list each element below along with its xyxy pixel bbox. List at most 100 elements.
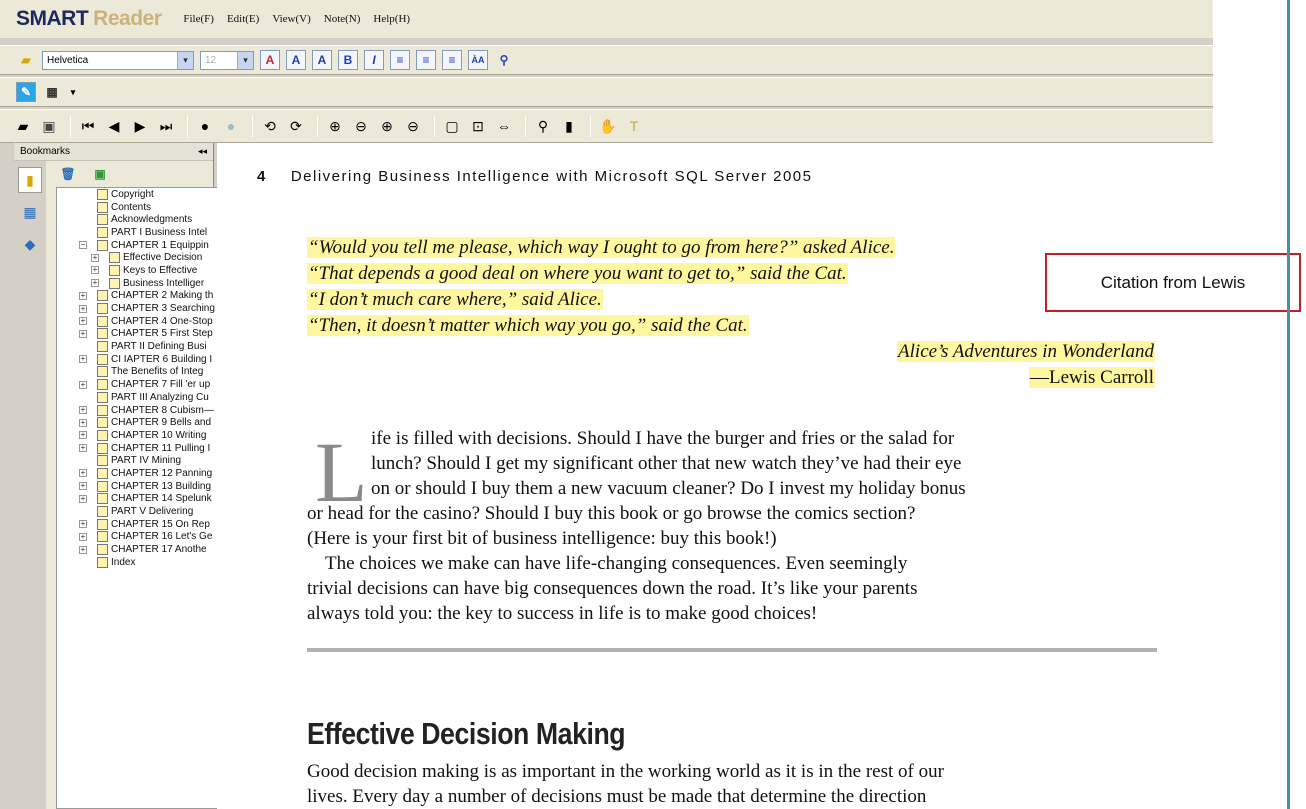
- next-page-icon[interactable]: ▶: [129, 115, 151, 137]
- font-select-arrow-icon[interactable]: ▾: [177, 51, 193, 69]
- delete-bookmark-icon[interactable]: 🗑: [58, 164, 78, 184]
- layers-tab-icon[interactable]: ◆: [18, 231, 42, 257]
- bookmark-item[interactable]: − CHAPTER 1 Equippin: [57, 239, 221, 252]
- bookmark-item[interactable]: + CHAPTER 11 Pulling I: [57, 442, 221, 455]
- actual-size-icon[interactable]: ▢: [441, 115, 463, 137]
- bookmark-item[interactable]: + CHAPTER 17 Anothe: [57, 543, 221, 556]
- italic-icon[interactable]: I: [364, 50, 384, 70]
- bookmark-item[interactable]: Index: [57, 556, 221, 569]
- bookmark-item[interactable]: The Benefits of Integ: [57, 366, 221, 379]
- expand-icon[interactable]: +: [79, 444, 87, 453]
- bookmark-item[interactable]: + Effective Decision: [57, 251, 221, 264]
- last-page-icon[interactable]: ⏭: [155, 115, 177, 137]
- back-icon[interactable]: ●: [194, 115, 216, 137]
- menu-view[interactable]: View(V): [272, 13, 310, 25]
- reduce-icon[interactable]: ⊖: [402, 115, 424, 137]
- save-icon[interactable]: ▣: [38, 115, 60, 137]
- search-icon[interactable]: ⚲: [532, 115, 554, 137]
- expand-icon[interactable]: +: [79, 329, 87, 338]
- expand-icon[interactable]: +: [79, 304, 87, 313]
- expand-icon[interactable]: +: [79, 494, 87, 503]
- bookmark-item[interactable]: + Business Intelliger: [57, 277, 221, 290]
- bookmark-item[interactable]: + CHAPTER 7 Fill 'er up: [57, 378, 221, 391]
- bookmark-item[interactable]: + CHAPTER 13 Building: [57, 480, 221, 493]
- bookmark-item[interactable]: + CHAPTER 2 Making th: [57, 290, 221, 303]
- text-select-icon[interactable]: T: [623, 115, 645, 137]
- previous-page-icon[interactable]: ◀: [103, 115, 125, 137]
- font-color-icon[interactable]: A: [260, 50, 280, 70]
- expand-icon[interactable]: +: [79, 380, 87, 389]
- pattern-icon[interactable]: ▦: [42, 82, 62, 102]
- expand-icon[interactable]: +: [79, 317, 87, 326]
- align-left-icon[interactable]: ≡: [390, 50, 410, 70]
- bookmark-item[interactable]: + Keys to Effective: [57, 264, 221, 277]
- zoom-in-icon[interactable]: ⊕: [324, 115, 346, 137]
- bookmark-item[interactable]: PART III Analyzing Cu: [57, 391, 221, 404]
- rotate-left-icon[interactable]: ⟲: [259, 115, 281, 137]
- magnify-icon[interactable]: ⊕: [376, 115, 398, 137]
- bookmark-icon[interactable]: ▮: [558, 115, 580, 137]
- text-size-icon[interactable]: ÀA: [468, 50, 488, 70]
- bookmark-item[interactable]: Copyright: [57, 188, 221, 201]
- fit-width-icon[interactable]: ⇔: [493, 115, 515, 137]
- collapse-panel-icon[interactable]: ◂◂: [198, 146, 207, 157]
- document-page[interactable]: 4 Delivering Business Intelligence with M…: [217, 143, 1213, 809]
- menu-help[interactable]: Help(H): [373, 13, 410, 25]
- bookmark-item[interactable]: Acknowledgments: [57, 213, 221, 226]
- zoom-out-icon[interactable]: ⊖: [350, 115, 372, 137]
- expand-icon[interactable]: +: [91, 279, 99, 288]
- bold-icon[interactable]: B: [338, 50, 358, 70]
- menu-note[interactable]: Note(N): [324, 13, 361, 25]
- expand-icon[interactable]: +: [79, 355, 87, 364]
- size-select-arrow-icon[interactable]: ▾: [237, 51, 253, 69]
- add-bookmark-icon[interactable]: ▣: [90, 164, 110, 184]
- align-right-icon[interactable]: ≡: [442, 50, 462, 70]
- bookmark-item[interactable]: + CHAPTER 10 Writing: [57, 429, 221, 442]
- bookmark-item[interactable]: + CHAPTER 15 On Rep: [57, 518, 221, 531]
- expand-icon[interactable]: +: [79, 406, 87, 415]
- bookmark-item[interactable]: Contents: [57, 201, 221, 214]
- bookmark-item[interactable]: PART I Business Intel: [57, 226, 221, 239]
- fit-page-icon[interactable]: ⊡: [467, 115, 489, 137]
- expand-icon[interactable]: +: [79, 469, 87, 478]
- first-page-icon[interactable]: ⏮: [77, 115, 99, 137]
- forward-icon[interactable]: ●: [220, 115, 242, 137]
- thumbnails-tab-icon[interactable]: ▦: [18, 199, 42, 225]
- size-select[interactable]: 12 ▾: [200, 50, 254, 70]
- expand-icon[interactable]: +: [79, 418, 87, 427]
- bookmark-item[interactable]: + CHAPTER 5 First Step: [57, 328, 221, 341]
- expand-icon[interactable]: +: [79, 520, 87, 529]
- bookmarks-tab-icon[interactable]: ▮: [18, 167, 42, 193]
- expand-icon[interactable]: +: [79, 545, 87, 554]
- find-icon[interactable]: ⚲: [494, 50, 514, 70]
- bookmark-item[interactable]: + CHAPTER 4 One-Stop: [57, 315, 221, 328]
- bookmark-item[interactable]: + CI IAPTER 6 Building I: [57, 353, 221, 366]
- menu-edit[interactable]: Edit(E): [227, 13, 259, 25]
- menu-file[interactable]: File(F): [183, 13, 214, 25]
- expand-icon[interactable]: +: [79, 291, 87, 300]
- new-note-icon[interactable]: ✎: [16, 82, 36, 102]
- align-center-icon[interactable]: ≡: [416, 50, 436, 70]
- bookmark-item[interactable]: + CHAPTER 14 Spelunk: [57, 493, 221, 506]
- expand-icon[interactable]: +: [79, 532, 87, 541]
- collapse-icon[interactable]: −: [79, 241, 87, 250]
- font-select[interactable]: Helvetica ▾: [42, 50, 194, 70]
- open-folder-icon[interactable]: ▰: [16, 50, 36, 70]
- font-effect-icon[interactable]: A: [312, 50, 332, 70]
- rotate-right-icon[interactable]: ⟳: [285, 115, 307, 137]
- bookmark-item[interactable]: + CHAPTER 9 Bells and: [57, 416, 221, 429]
- bookmark-item[interactable]: + CHAPTER 3 Searching: [57, 302, 221, 315]
- open-icon[interactable]: ▰: [12, 115, 34, 137]
- expand-icon[interactable]: +: [79, 431, 87, 440]
- bookmark-item[interactable]: + CHAPTER 16 Let's Ge: [57, 531, 221, 544]
- expand-icon[interactable]: +: [79, 482, 87, 491]
- pattern-dropdown-icon[interactable]: ▾: [68, 82, 78, 102]
- expand-icon[interactable]: +: [91, 266, 99, 275]
- highlight-icon[interactable]: A: [286, 50, 306, 70]
- bookmark-item[interactable]: + CHAPTER 8 Cubism—: [57, 404, 221, 417]
- hand-tool-icon[interactable]: ✋: [597, 115, 619, 137]
- bookmark-item[interactable]: PART V Delivering: [57, 505, 221, 518]
- bookmark-item[interactable]: + CHAPTER 12 Panning: [57, 467, 221, 480]
- bookmark-item[interactable]: PART II Defining Busi: [57, 340, 221, 353]
- bookmark-item[interactable]: PART IV Mining: [57, 454, 221, 467]
